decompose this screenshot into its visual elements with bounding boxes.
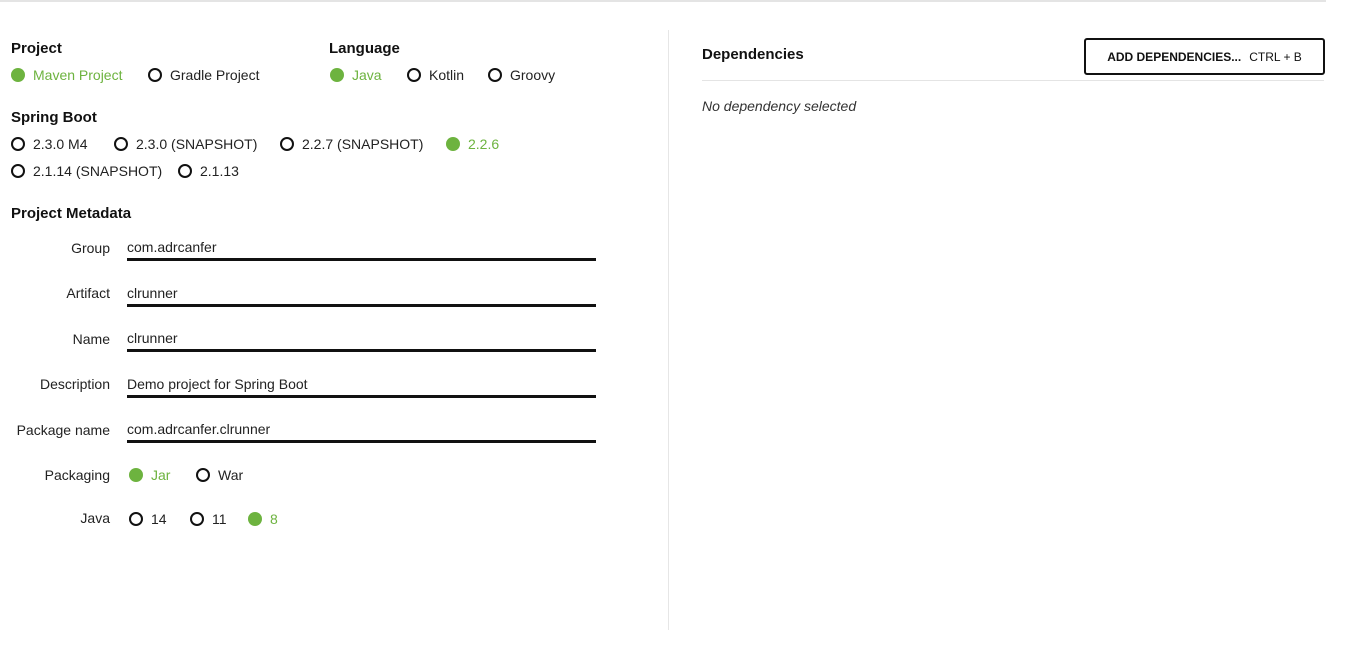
radio-label: 2.1.13 bbox=[200, 163, 239, 179]
radio-label: 11 bbox=[212, 511, 227, 527]
description-input[interactable] bbox=[127, 373, 596, 398]
artifact-input[interactable] bbox=[127, 282, 596, 307]
radio-label: 2.3.0 M4 bbox=[33, 136, 88, 152]
radio-boot-2-1-13[interactable]: 2.1.13 bbox=[178, 163, 239, 179]
radio-selected-icon bbox=[11, 68, 25, 82]
radio-java-14[interactable]: 14 bbox=[129, 511, 167, 527]
radio-packaging-jar[interactable]: Jar bbox=[129, 467, 170, 483]
radio-packaging-war[interactable]: War bbox=[196, 467, 243, 483]
radio-boot-2-2-7-snapshot[interactable]: 2.2.7 (SNAPSHOT) bbox=[280, 136, 423, 152]
package-name-input[interactable] bbox=[127, 418, 596, 443]
project-title: Project bbox=[11, 40, 62, 57]
group-label: Group bbox=[71, 240, 110, 256]
radio-label: Gradle Project bbox=[170, 67, 260, 83]
column-divider bbox=[668, 30, 669, 630]
language-title: Language bbox=[329, 40, 400, 57]
radio-label: Kotlin bbox=[429, 67, 465, 83]
radio-unselected-icon bbox=[114, 137, 128, 151]
keyboard-shortcut: CTRL + B bbox=[1249, 49, 1302, 64]
radio-label: Groovy bbox=[510, 67, 556, 83]
dependencies-title: Dependencies bbox=[702, 46, 804, 63]
radio-unselected-icon bbox=[11, 164, 25, 178]
java-version-label: Java bbox=[80, 510, 110, 526]
radio-label: 14 bbox=[151, 511, 167, 527]
radio-unselected-icon bbox=[196, 468, 210, 482]
radio-groovy[interactable]: Groovy bbox=[488, 67, 555, 83]
radio-unselected-icon bbox=[280, 137, 294, 151]
radio-label: 2.1.14 (SNAPSHOT) bbox=[33, 163, 163, 179]
radio-gradle-project[interactable]: Gradle Project bbox=[148, 67, 259, 83]
radio-boot-2-3-0-m4[interactable]: 2.3.0 M4 bbox=[11, 136, 87, 152]
radio-java-11[interactable]: 11 bbox=[190, 511, 227, 527]
radio-label: 2.3.0 (SNAPSHOT) bbox=[136, 136, 258, 152]
radio-maven-project[interactable]: Maven Project bbox=[11, 67, 122, 83]
radio-java-8[interactable]: 8 bbox=[248, 511, 278, 527]
project-metadata-title: Project Metadata bbox=[11, 205, 132, 222]
package-name-label: Package name bbox=[16, 422, 110, 438]
dependencies-divider bbox=[702, 80, 1324, 81]
radio-unselected-icon bbox=[190, 512, 204, 526]
radio-unselected-icon bbox=[407, 68, 421, 82]
radio-unselected-icon bbox=[148, 68, 162, 82]
radio-java[interactable]: Java bbox=[330, 67, 382, 83]
add-dependencies-label: ADD DEPENDENCIES... bbox=[1107, 49, 1242, 64]
radio-boot-2-3-0-snapshot[interactable]: 2.3.0 (SNAPSHOT) bbox=[114, 136, 257, 152]
radio-boot-2-2-6[interactable]: 2.2.6 bbox=[446, 136, 499, 152]
radio-unselected-icon bbox=[129, 512, 143, 526]
no-dependency-message: No dependency selected bbox=[702, 98, 857, 114]
radio-unselected-icon bbox=[11, 137, 25, 151]
packaging-label: Packaging bbox=[44, 467, 110, 483]
radio-label: Jar bbox=[151, 467, 171, 483]
radio-unselected-icon bbox=[178, 164, 192, 178]
name-label: Name bbox=[72, 331, 110, 347]
radio-label: 2.2.7 (SNAPSHOT) bbox=[302, 136, 424, 152]
description-label: Description bbox=[39, 376, 110, 392]
radio-selected-icon bbox=[129, 468, 143, 482]
top-divider bbox=[0, 0, 1326, 2]
radio-label: Java bbox=[352, 67, 382, 83]
artifact-label: Artifact bbox=[66, 285, 110, 301]
radio-label: Maven Project bbox=[33, 67, 123, 83]
radio-boot-2-1-14-snapshot[interactable]: 2.1.14 (SNAPSHOT) bbox=[11, 163, 162, 179]
spring-boot-title: Spring Boot bbox=[11, 109, 97, 126]
group-input[interactable] bbox=[127, 236, 596, 261]
add-dependencies-button[interactable]: ADD DEPENDENCIES... CTRL + B bbox=[1084, 38, 1325, 75]
radio-kotlin[interactable]: Kotlin bbox=[407, 67, 464, 83]
radio-unselected-icon bbox=[488, 68, 502, 82]
radio-label: 8 bbox=[270, 511, 278, 527]
radio-selected-icon bbox=[446, 137, 460, 151]
radio-selected-icon bbox=[330, 68, 344, 82]
radio-selected-icon bbox=[248, 512, 262, 526]
name-input[interactable] bbox=[127, 327, 596, 352]
radio-label: War bbox=[218, 467, 244, 483]
radio-label: 2.2.6 bbox=[468, 136, 500, 152]
